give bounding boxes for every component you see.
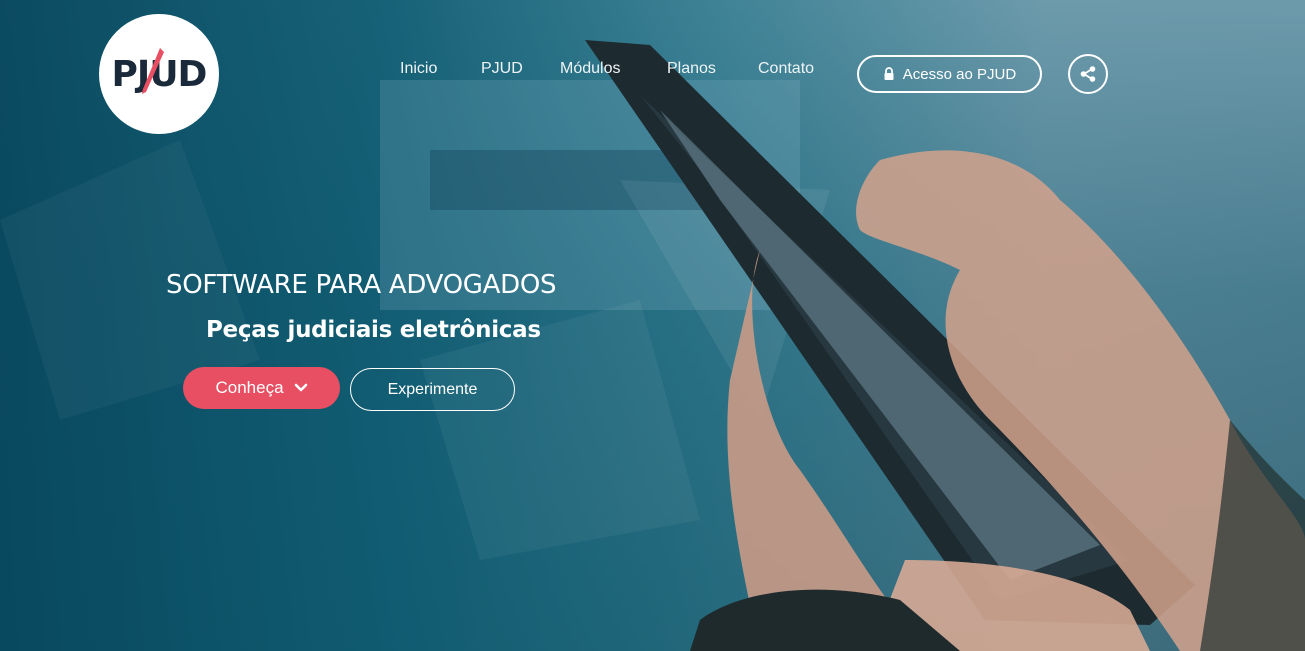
access-pjud-button[interactable]: Acesso ao PJUD	[857, 55, 1042, 93]
nav-modulos[interactable]: Módulos	[560, 60, 620, 78]
nav-pjud[interactable]: PJUD	[481, 60, 523, 78]
conheca-button[interactable]: Conheça	[183, 367, 340, 409]
access-pjud-label: Acesso ao PJUD	[902, 65, 1017, 83]
nav-inicio[interactable]: Inicio	[400, 60, 437, 78]
share-icon	[1080, 66, 1096, 82]
hero-title: SOFTWARE PARA ADVOGADOS	[166, 270, 557, 300]
nav-contato[interactable]: Contato	[758, 60, 814, 78]
nav-planos[interactable]: Planos	[667, 60, 716, 78]
conheca-label: Conheça	[215, 378, 284, 397]
share-button[interactable]	[1068, 54, 1108, 94]
pen-icon	[142, 48, 164, 94]
chevron-down-icon	[294, 383, 307, 392]
lock-icon	[884, 67, 894, 80]
experimente-button[interactable]: Experimente	[350, 368, 515, 411]
hero-subtitle: Peças judiciais eletrônicas	[206, 317, 541, 343]
experimente-label: Experimente	[387, 380, 478, 398]
logo[interactable]: PJUD	[99, 14, 219, 134]
